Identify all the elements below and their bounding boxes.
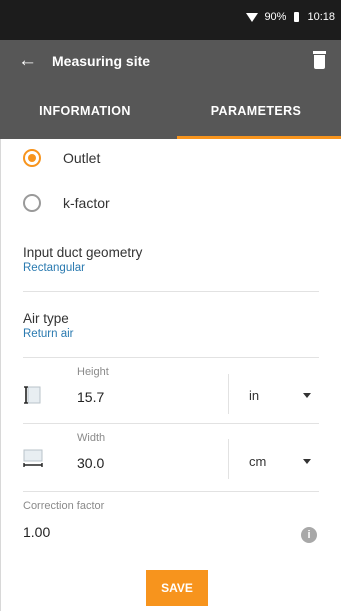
trash-body <box>314 55 325 69</box>
option-k-factor[interactable]: k-factor <box>23 191 110 215</box>
chevron-down-icon[interactable] <box>303 459 311 464</box>
back-arrow-icon[interactable]: ← <box>18 50 37 72</box>
app-bar: ← Measuring site <box>0 40 341 84</box>
tab-parameters[interactable]: PARAMETERS <box>171 84 341 139</box>
width-caption: Width <box>77 432 106 444</box>
status-bar: 90% 10:18 <box>0 0 341 40</box>
field-separator <box>228 439 229 479</box>
save-button[interactable]: SAVE <box>146 570 208 606</box>
radio-k-factor[interactable] <box>23 194 41 212</box>
battery-percent: 90% <box>264 11 287 23</box>
trash-icon[interactable] <box>313 51 326 69</box>
width-icon <box>23 449 43 467</box>
info-icon[interactable]: i <box>301 527 317 543</box>
divider <box>23 423 319 424</box>
option-outlet-label: Outlet <box>63 150 101 166</box>
height-caption: Height <box>77 366 109 378</box>
air-type-field[interactable]: Air type Return air <box>23 311 319 340</box>
divider <box>23 491 319 492</box>
option-k-factor-label: k-factor <box>63 195 110 211</box>
parameters-panel: Outlet k-factor Input duct geometry Rect… <box>0 139 341 611</box>
duct-geometry-field[interactable]: Input duct geometry Rectangular <box>23 245 319 274</box>
divider <box>23 357 319 358</box>
page-title: Measuring site <box>52 53 151 69</box>
option-outlet[interactable]: Outlet <box>23 146 100 170</box>
air-type-label: Air type <box>23 311 69 326</box>
field-separator <box>228 374 229 414</box>
width-unit-select[interactable]: cm <box>249 454 266 469</box>
correction-factor-input[interactable]: 1.00 <box>23 524 50 540</box>
height-icon <box>24 386 41 404</box>
duct-geometry-label: Input duct geometry <box>23 245 143 260</box>
tab-information[interactable]: INFORMATION <box>0 84 170 139</box>
wifi-icon <box>246 12 259 22</box>
trash-lid <box>313 51 326 54</box>
width-input[interactable]: 30.0 <box>77 455 104 471</box>
height-input[interactable]: 15.7 <box>77 389 104 405</box>
clock: 10:18 <box>307 11 335 23</box>
status-indicators: 90% 10:18 <box>246 11 335 23</box>
height-unit-select[interactable]: in <box>249 388 259 403</box>
battery-icon <box>294 12 300 22</box>
chevron-down-icon[interactable] <box>303 393 311 398</box>
duct-geometry-value: Rectangular <box>23 262 86 274</box>
radio-outlet[interactable] <box>23 149 41 167</box>
correction-factor-caption: Correction factor <box>23 500 105 512</box>
tab-bar: INFORMATION PARAMETERS <box>0 84 341 139</box>
divider <box>23 291 319 292</box>
air-type-value: Return air <box>23 328 74 340</box>
